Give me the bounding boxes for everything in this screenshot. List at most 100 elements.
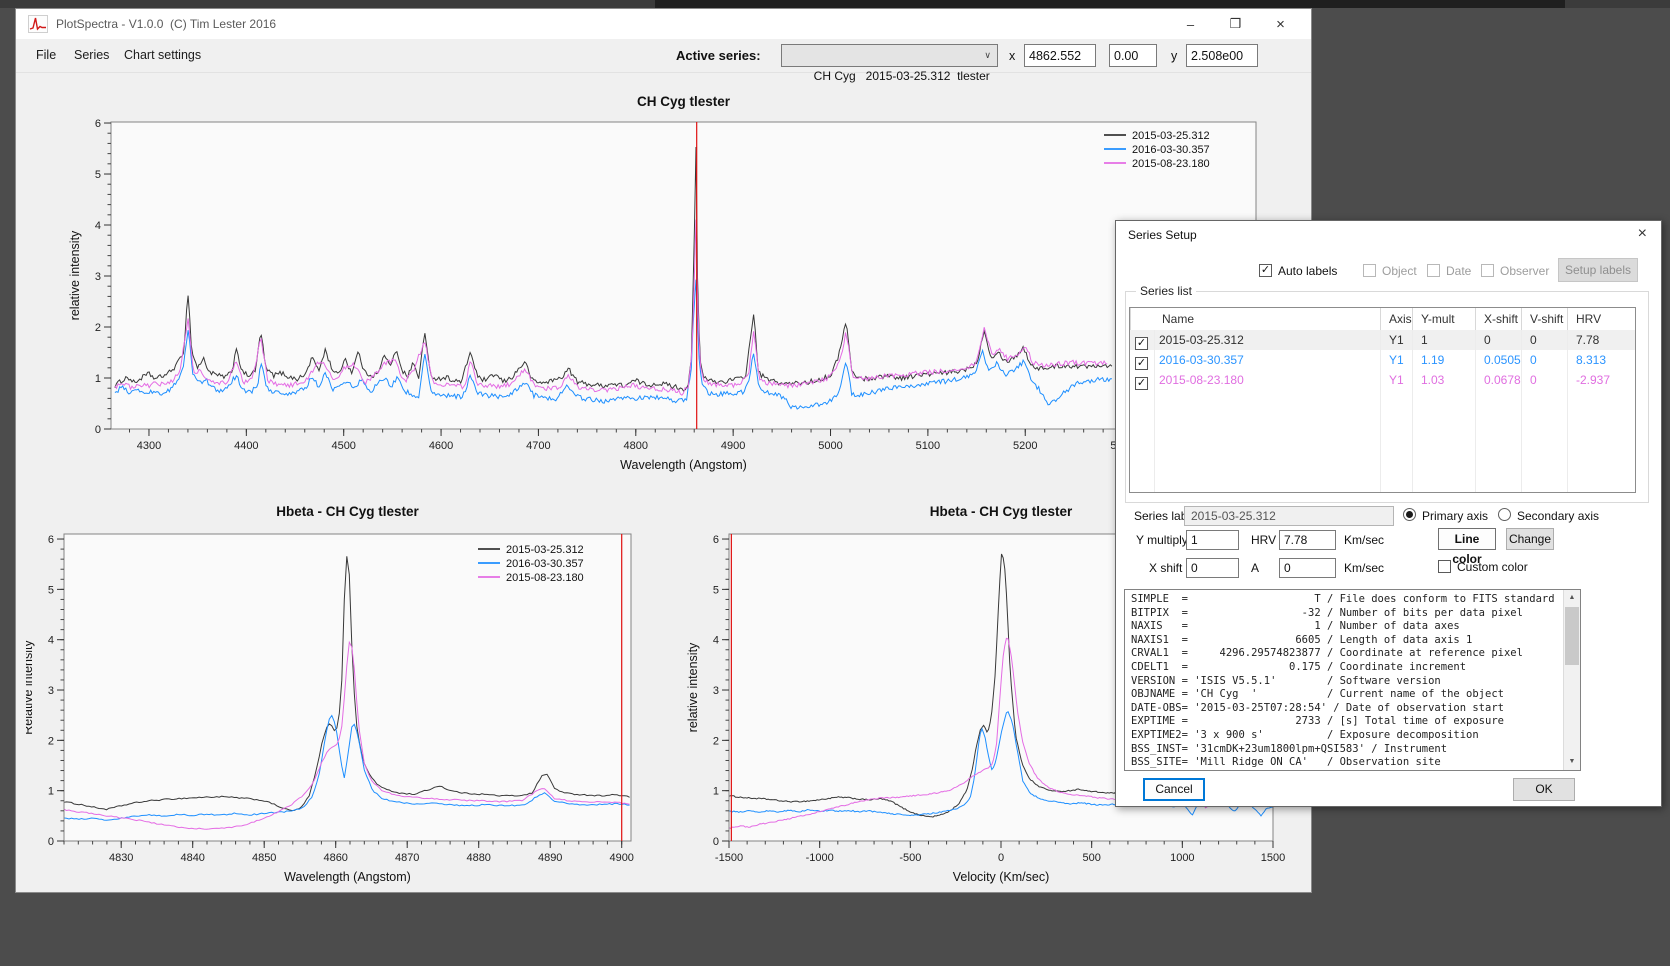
custom-color-checkbox[interactable] (1438, 560, 1451, 573)
svg-text:6: 6 (713, 534, 719, 546)
cancel-button[interactable]: Cancel (1143, 778, 1205, 801)
cell-name: 2015-08-23.180 (1154, 370, 1380, 390)
row-checkbox[interactable]: ✓ (1135, 357, 1148, 370)
svg-text:1000: 1000 (1170, 852, 1194, 864)
svg-text:-1000: -1000 (806, 852, 834, 864)
menubar: File Series Chart settings Active series… (16, 39, 1311, 73)
table-row[interactable]: ✓2015-03-25.312Y11007.78 (1130, 330, 1635, 350)
dialog-close-icon[interactable]: × (1638, 225, 1647, 243)
hrv-label: HRV (1251, 533, 1276, 547)
cell-ymult: 1 (1412, 330, 1475, 350)
col-vshift: V-shift (1521, 308, 1567, 330)
date-checkbox[interactable] (1427, 264, 1440, 277)
menu-chart-settings[interactable]: Chart settings (118, 46, 207, 64)
svg-text:2015-03-25.312: 2015-03-25.312 (506, 544, 584, 556)
x2-coordinate-field[interactable] (1109, 44, 1157, 67)
svg-text:relative intensity: relative intensity (686, 642, 700, 732)
series-label-field[interactable]: 2015-03-25.312 (1184, 506, 1394, 526)
cell-hrv: 8.313 (1567, 350, 1635, 370)
menu-file[interactable]: File (30, 46, 62, 64)
cell-vshift: 0 (1521, 370, 1567, 390)
row-checkbox[interactable]: ✓ (1135, 377, 1148, 390)
object-checkbox[interactable] (1363, 264, 1376, 277)
svg-text:1500: 1500 (1261, 852, 1285, 864)
svg-text:4840: 4840 (180, 852, 204, 864)
cell-hrv: 7.78 (1567, 330, 1635, 350)
y-multiply-label: Y multiply (1136, 533, 1188, 547)
svg-text:5100: 5100 (916, 440, 940, 452)
hbeta-wavelength-chart[interactable]: Hbeta - CH Cyg tlester483048404850486048… (26, 489, 686, 894)
svg-text:2016-03-30.357: 2016-03-30.357 (1132, 144, 1210, 156)
cell-ymult: 1.03 (1412, 370, 1475, 390)
cell-hrv: -2.937 (1567, 370, 1635, 390)
svg-text:4600: 4600 (429, 440, 453, 452)
y-multiply-field[interactable] (1186, 530, 1239, 550)
y-coordinate-field[interactable] (1186, 44, 1258, 67)
x-coordinate-label: x (1009, 49, 1015, 63)
active-series-dropdown[interactable]: CH Cyg 2015-03-25.312 tlester ∨ (781, 44, 998, 67)
svg-text:6: 6 (48, 534, 54, 546)
row-checkbox[interactable]: ✓ (1135, 337, 1148, 350)
x-coordinate-field[interactable] (1024, 44, 1096, 67)
auto-labels-checkbox[interactable]: ✓ (1259, 264, 1272, 277)
close-icon[interactable]: × (1258, 9, 1303, 39)
dialog-titlebar[interactable]: Series Setup × (1116, 221, 1661, 249)
svg-text:2: 2 (95, 322, 101, 334)
svg-text:4860: 4860 (323, 852, 347, 864)
fits-header-box: SIMPLE = T / File does conform to FITS s… (1124, 589, 1581, 771)
main-spectrum-chart[interactable]: CH Cyg tlester43004400450046004700480049… (26, 79, 1301, 479)
series-table-header: Name Axis Y-mult X-shift V-shift HRV (1130, 308, 1635, 330)
scroll-down-icon[interactable]: ▼ (1564, 754, 1580, 770)
primary-axis-radio[interactable] (1403, 508, 1416, 521)
cell-name: 2015-03-25.312 (1154, 330, 1380, 350)
svg-text:4880: 4880 (466, 852, 490, 864)
chevron-down-icon: ∨ (984, 45, 991, 66)
hrv-field[interactable] (1279, 530, 1336, 550)
maximize-icon[interactable]: ❒ (1213, 9, 1258, 39)
svg-text:4800: 4800 (624, 440, 648, 452)
series-table-empty-area (1130, 390, 1635, 492)
auto-labels-label: Auto labels (1278, 264, 1337, 278)
x-shift-kms-field[interactable] (1279, 558, 1336, 578)
cell-ymult: 1.19 (1412, 350, 1475, 370)
series-list-label: Series list (1136, 284, 1196, 298)
svg-text:4: 4 (48, 635, 54, 647)
window-titlebar[interactable]: PlotSpectra - V1.0.0 (C) Tim Lester 2016… (16, 9, 1311, 39)
minimize-icon[interactable]: – (1168, 9, 1213, 39)
svg-text:4830: 4830 (109, 852, 133, 864)
fits-scrollbar[interactable]: ▲ ▼ (1563, 590, 1580, 770)
cell-xshift: 0.0505 (1475, 350, 1521, 370)
line-color-button[interactable]: Line color (1438, 528, 1496, 550)
series-table: Name Axis Y-mult X-shift V-shift HRV ✓20… (1129, 307, 1636, 493)
svg-text:5: 5 (713, 584, 719, 596)
cell-axis: Y1 (1380, 330, 1412, 350)
change-button[interactable]: Change (1506, 528, 1554, 550)
ok-button[interactable]: OK (1513, 778, 1575, 801)
x-shift-field[interactable] (1186, 558, 1239, 578)
svg-text:3: 3 (713, 685, 719, 697)
svg-text:2: 2 (713, 735, 719, 747)
observer-label: Observer (1500, 264, 1549, 278)
svg-text:4: 4 (95, 220, 101, 232)
menu-series[interactable]: Series (68, 46, 115, 64)
table-row[interactable]: ✓2015-08-23.180Y11.030.06780-2.937 (1130, 370, 1635, 390)
svg-text:1: 1 (713, 786, 719, 798)
col-ymult: Y-mult (1412, 308, 1475, 330)
svg-text:2016-03-30.357: 2016-03-30.357 (506, 558, 584, 570)
scroll-up-icon[interactable]: ▲ (1564, 590, 1580, 606)
svg-text:Wavelength (Angstom): Wavelength (Angstom) (620, 458, 747, 472)
svg-text:CH Cyg tlester: CH Cyg tlester (637, 94, 731, 109)
table-row[interactable]: ✓2016-03-30.357Y11.190.050508.313 (1130, 350, 1635, 370)
custom-color-label: Custom color (1457, 560, 1528, 574)
svg-text:-1500: -1500 (715, 852, 743, 864)
scrollbar-thumb[interactable] (1565, 607, 1579, 665)
kmsec2-label: Km/sec (1344, 561, 1384, 575)
observer-checkbox[interactable] (1481, 264, 1494, 277)
dialog-title: Series Setup (1128, 228, 1197, 242)
svg-text:4300: 4300 (137, 440, 161, 452)
svg-text:5: 5 (48, 584, 54, 596)
setup-labels-button[interactable]: Setup labels (1558, 258, 1638, 282)
secondary-axis-radio[interactable] (1498, 508, 1511, 521)
cell-xshift: 0.0678 (1475, 370, 1521, 390)
col-axis: Axis (1380, 308, 1412, 330)
